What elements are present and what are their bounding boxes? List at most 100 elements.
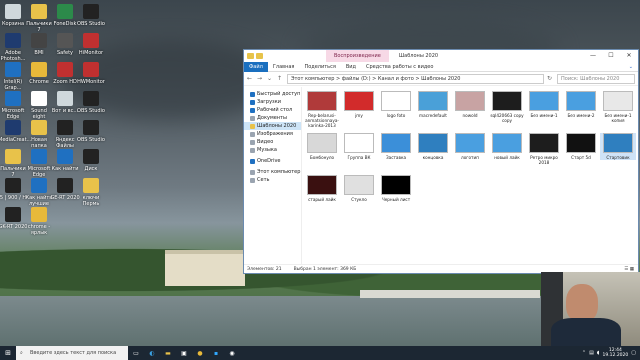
file-thumbnail — [418, 91, 448, 111]
file-name: Без имени-2 — [567, 113, 595, 118]
tab-home[interactable]: Главная — [268, 64, 300, 70]
nav-item[interactable]: Рабочий стол — [244, 106, 301, 114]
file-item[interactable]: концовка — [415, 133, 451, 160]
file-item[interactable]: Бомбонуло — [304, 133, 340, 160]
context-tab[interactable]: Воспроизведение — [326, 50, 389, 62]
desktop-icon[interactable]: ключи Пермь — [76, 178, 106, 207]
nav-item-label: Изображения — [257, 131, 293, 137]
file-name: Стартовик — [606, 155, 630, 160]
app-icon — [83, 120, 99, 135]
file-name: Без имени-1 копия — [604, 113, 632, 123]
file-item[interactable]: Ретро микро 2018 — [526, 133, 562, 165]
desktop-icon[interactable]: OBS Studio — [76, 91, 106, 114]
desktop-icon[interactable]: chrome - ярлык — [24, 207, 54, 236]
notification-icon[interactable]: ▢ — [631, 350, 636, 356]
photoshop-icon[interactable]: ▪ — [208, 346, 224, 360]
file-item[interactable]: Стукло — [341, 175, 377, 202]
chevron-down-icon[interactable]: ⌄ — [267, 75, 274, 82]
store-icon[interactable]: ▣ — [176, 346, 192, 360]
search-input[interactable]: Поиск: Шаблоны 2020 — [557, 73, 635, 84]
nav-item[interactable]: Этот компьютер — [244, 168, 301, 176]
quick-access-toolbar[interactable] — [244, 53, 263, 59]
task-view-icon[interactable]: ▭ — [128, 346, 144, 360]
desktop-icon[interactable]: HWMonitor — [76, 62, 106, 85]
file-item[interactable]: Группа ВК — [341, 133, 377, 160]
nav-item[interactable]: Шаблоны 2020 — [244, 122, 301, 130]
nav-item[interactable]: Сеть — [244, 176, 301, 184]
up-icon[interactable]: ↑ — [277, 75, 284, 82]
chevron-down-icon[interactable]: ⌄ — [624, 64, 638, 70]
desktop-icon[interactable]: HiMonitor — [76, 33, 106, 56]
file-item[interactable]: Rep-belarusi-anmatsionnaya-karinka-2013 — [304, 91, 340, 128]
file-item[interactable]: Без имени-2 — [563, 91, 599, 118]
status-item-count: Элементов: 21 — [247, 267, 282, 272]
file-item[interactable]: macredefault — [415, 91, 451, 118]
close-button[interactable]: ✕ — [620, 50, 638, 62]
nav-item[interactable]: Изображения — [244, 130, 301, 138]
file-name: старый лайк — [308, 197, 336, 202]
back-icon[interactable]: ← — [247, 75, 254, 82]
file-item[interactable]: новый лайк — [489, 133, 525, 160]
maximize-button[interactable]: ☐ — [602, 50, 620, 62]
file-item[interactable]: Без имени-1 — [526, 91, 562, 118]
nav-item-label: OneDrive — [257, 158, 281, 164]
desktop-icon-label: chrome - ярлык — [27, 224, 51, 236]
nav-item[interactable]: Документы — [244, 114, 301, 122]
nav-item[interactable]: OneDrive — [244, 157, 301, 165]
nav-item[interactable]: Видео — [244, 138, 301, 146]
app-icon — [5, 149, 21, 164]
app-icon — [57, 91, 73, 106]
volume-icon[interactable]: ◖ — [597, 350, 600, 356]
file-item[interactable]: старый лайк — [304, 175, 340, 202]
file-item[interactable]: logo foto — [378, 91, 414, 118]
tab-share[interactable]: Поделиться — [299, 64, 340, 70]
clock[interactable]: 12:44 19.12.2020 — [603, 348, 629, 358]
nav-item[interactable]: Музыка — [244, 146, 301, 154]
folder-icon[interactable]: ▬ — [160, 346, 176, 360]
app-icon — [83, 62, 99, 77]
taskbar-search-input[interactable]: Введите здесь текст для поиска — [16, 346, 128, 360]
nav-item-label: Этот компьютер — [257, 169, 301, 175]
file-item[interactable]: Старт 5d — [563, 133, 599, 160]
nav-item[interactable]: Загрузки — [244, 98, 301, 106]
chevron-up-icon[interactable]: ⌃ — [582, 350, 586, 356]
file-item[interactable]: логотип — [452, 133, 488, 160]
tab-file[interactable]: Файл — [244, 61, 268, 72]
file-thumbnail — [455, 133, 485, 153]
tab-video-tools[interactable]: Средства работы с видео — [361, 64, 438, 70]
app-icon — [57, 62, 73, 77]
app-icon — [83, 4, 99, 19]
refresh-icon[interactable]: ↻ — [547, 75, 554, 82]
file-item[interactable]: Стартовик — [600, 133, 636, 160]
file-item[interactable]: nowold — [452, 91, 488, 118]
nav-icon — [250, 123, 255, 129]
tab-view[interactable]: Вид — [341, 64, 361, 70]
desktop-icon[interactable]: OBS Studio — [76, 120, 106, 143]
network-icon[interactable]: ▤ — [589, 350, 594, 356]
file-item[interactable]: jmy — [341, 91, 377, 118]
chrome-icon[interactable]: ● — [192, 346, 208, 360]
desktop-icon[interactable]: OBS Studio — [76, 4, 106, 27]
file-item[interactable]: Заставка — [378, 133, 414, 160]
forward-icon[interactable]: → — [257, 75, 264, 82]
title-bar[interactable]: Воспроизведение Шаблоны 2020 — ☐ ✕ — [244, 50, 638, 62]
properties-icon[interactable] — [256, 53, 263, 59]
app-icon — [57, 178, 73, 193]
explorer-window[interactable]: Воспроизведение Шаблоны 2020 — ☐ ✕ Файл … — [243, 49, 639, 274]
file-thumbnail — [455, 91, 485, 111]
desktop-icon-label: OBS Studio — [77, 108, 105, 114]
minimize-button[interactable]: — — [584, 50, 602, 62]
nav-item-label: Рабочий стол — [257, 107, 293, 113]
file-item[interactable]: sql420663 copy copy — [489, 91, 525, 123]
edge-icon[interactable]: ◐ — [144, 346, 160, 360]
obs-icon[interactable]: ◉ — [224, 346, 240, 360]
windows-start-icon[interactable]: ⊞ — [0, 346, 16, 360]
nav-item[interactable]: Быстрый доступ — [244, 90, 301, 98]
app-icon — [83, 91, 99, 106]
desktop-icon[interactable]: Диск — [76, 149, 106, 172]
app-icon — [31, 178, 47, 193]
file-thumbnail — [381, 91, 411, 111]
file-item[interactable]: Без имени-1 копия — [600, 91, 636, 123]
address-bar[interactable]: Этот компьютер > файлы (D:) > Канал и фо… — [287, 73, 544, 84]
file-item[interactable]: Черный лист — [378, 175, 414, 202]
